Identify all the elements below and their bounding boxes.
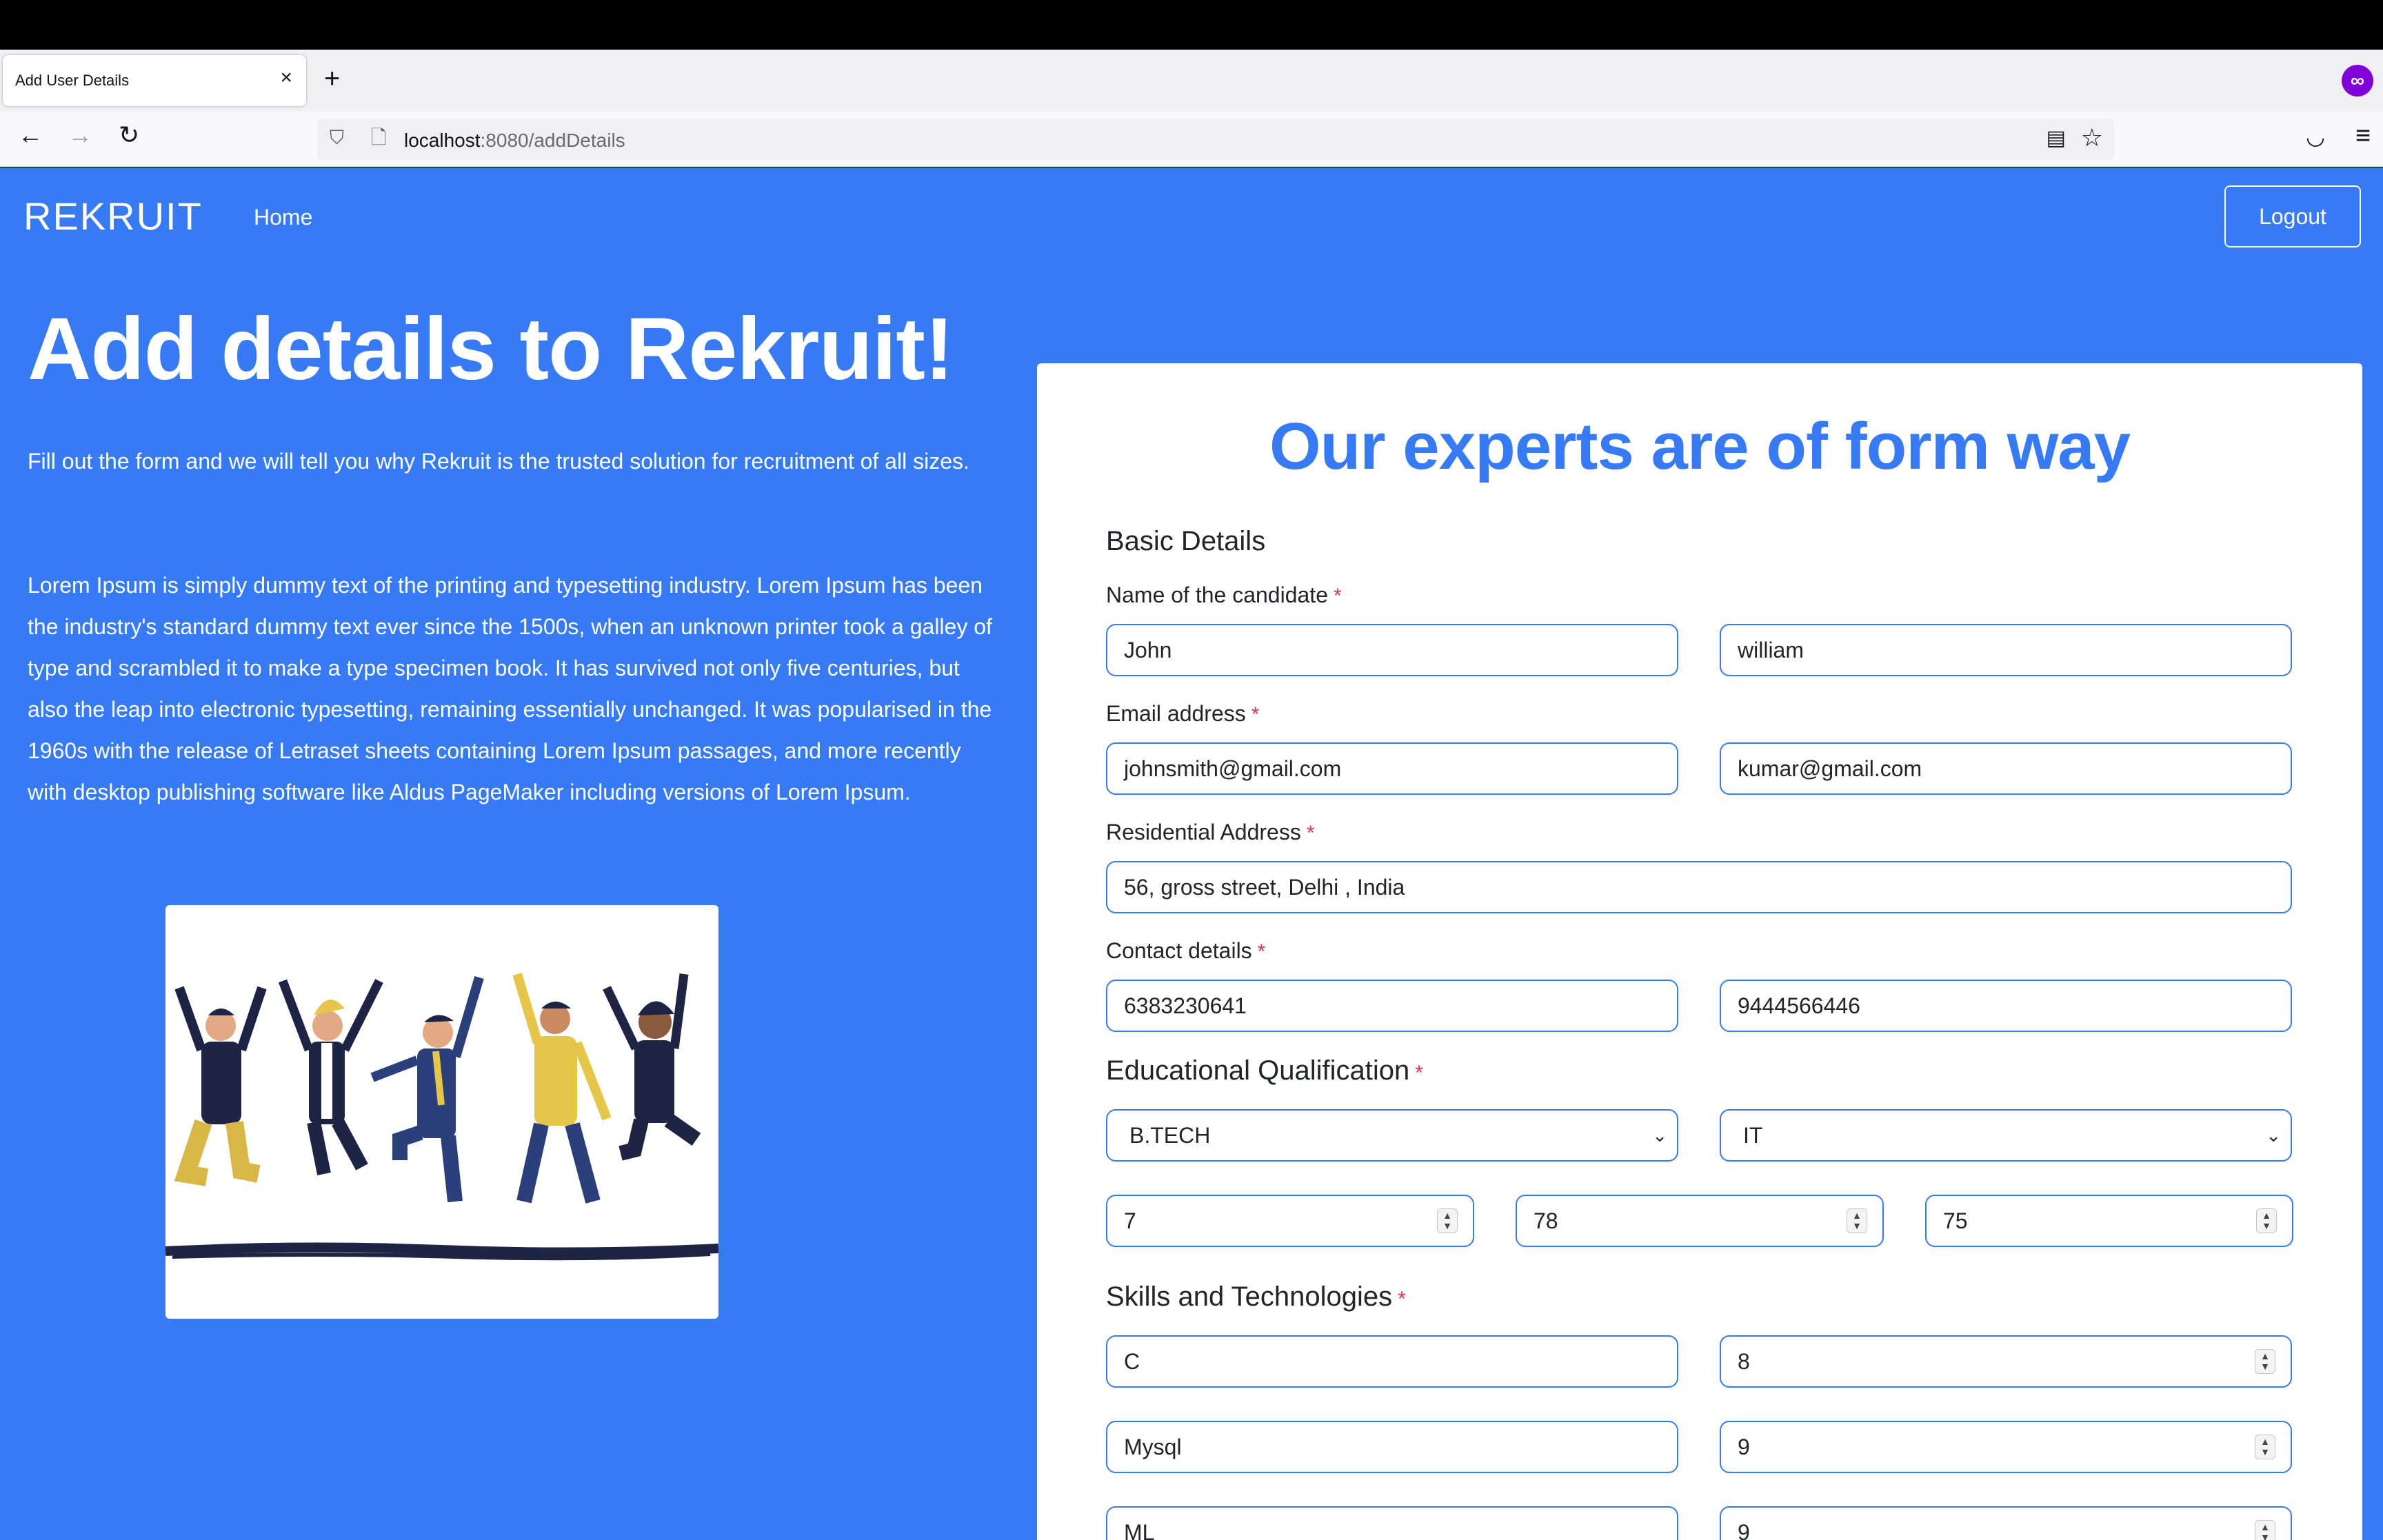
brand-logo[interactable]: REKRUIT (23, 194, 203, 239)
name-label: Name of the candidate * (1106, 582, 1342, 608)
skill-rating-value: 9 (1738, 1520, 1750, 1540)
contact-label-text: Contact details (1106, 938, 1252, 963)
secondary-email-input[interactable]: kumar@gmail.com (1720, 742, 2292, 795)
pocket-icon[interactable]: ◡ (2306, 125, 2325, 148)
basic-details-heading: Basic Details (1106, 526, 1266, 556)
close-tab-icon[interactable]: × (280, 68, 292, 88)
person-figure (174, 986, 267, 1186)
skills-heading-text: Skills and Technologies (1106, 1281, 1393, 1312)
shield-icon[interactable]: ⛉ (330, 128, 344, 148)
required-mark: * (1415, 1062, 1423, 1084)
education-number-input-2[interactable]: 78 ▲ ▼ (1516, 1195, 1884, 1247)
degree-select[interactable]: B.TECH ⌄ (1106, 1109, 1678, 1162)
education-number-input-1[interactable]: 7 ▲ ▼ (1106, 1195, 1474, 1247)
person-figure (278, 979, 383, 1175)
skill-name-input[interactable]: C (1106, 1335, 1678, 1388)
branch-value: IT (1743, 1123, 1763, 1148)
required-mark: * (1257, 940, 1266, 963)
screen-top-bar (0, 0, 2383, 50)
url-host: localhost (404, 130, 481, 151)
primary-phone-input[interactable]: 6383230641 (1106, 980, 1678, 1032)
skill-rating-input[interactable]: 9 ▲ ▼ (1720, 1506, 2292, 1540)
number-stepper-icon[interactable]: ▲ ▼ (2255, 1349, 2275, 1374)
number-stepper-icon[interactable]: ▲ ▼ (2256, 1208, 2277, 1233)
skill-rating-input[interactable]: 8 ▲ ▼ (1720, 1335, 2292, 1388)
education-number-value-3: 75 (1943, 1208, 1968, 1233)
branch-select[interactable]: IT ⌄ (1720, 1109, 2292, 1162)
reader-view-icon[interactable]: ▤ (2047, 128, 2066, 149)
person-figure (512, 972, 612, 1204)
reload-icon[interactable]: ↻ (119, 123, 139, 148)
address-label-text: Residential Address (1106, 820, 1301, 844)
required-mark: * (1306, 822, 1315, 844)
education-number-value-2: 78 (1534, 1208, 1558, 1233)
primary-email-input[interactable]: johnsmith@gmail.com (1106, 742, 1678, 795)
skills-heading: Skills and Technologies * (1106, 1281, 1406, 1313)
nav-home-link[interactable]: Home (254, 205, 312, 230)
email-label-text: Email address (1106, 701, 1246, 726)
forward-arrow-icon[interactable]: → (68, 123, 92, 148)
last-name-input[interactable]: william (1720, 624, 2292, 676)
skill-name-input[interactable]: Mysql (1106, 1421, 1678, 1473)
email-label: Email address * (1106, 701, 1259, 727)
new-tab-icon[interactable]: + (324, 65, 340, 92)
required-mark: * (1398, 1288, 1406, 1310)
page-info-icon[interactable]: 🗋 (371, 128, 387, 148)
tab-title: Add User Details (15, 72, 130, 89)
skill-rating-input[interactable]: 9 ▲ ▼ (1720, 1421, 2292, 1473)
skill-rating-value: 9 (1738, 1435, 1750, 1459)
person-figure (370, 976, 484, 1203)
contact-label: Contact details * (1106, 938, 1265, 964)
address-input[interactable]: 56, gross street, Delhi , India (1106, 861, 2292, 913)
skill-rating-value: 8 (1738, 1349, 1750, 1374)
name-label-text: Name of the candidate (1106, 582, 1328, 607)
browser-tab[interactable]: Add User Details × (3, 55, 306, 106)
number-stepper-icon[interactable]: ▲ ▼ (2255, 1435, 2275, 1459)
hero-title: Add details to Rekruit! (28, 300, 954, 398)
chevron-down-icon: ⌄ (1652, 1125, 1667, 1146)
browser-tab-strip: Add User Details × + ∞ (0, 50, 2383, 112)
page: REKRUIT Home Logout Add details to Rekru… (0, 168, 2383, 1540)
person-figure (603, 973, 701, 1161)
bookmark-star-icon[interactable]: ☆ (2081, 125, 2103, 150)
required-mark: * (1251, 703, 1260, 726)
degree-value: B.TECH (1129, 1123, 1211, 1148)
education-heading-text: Educational Qualification (1106, 1055, 1410, 1086)
private-browsing-icon: ∞ (2342, 65, 2373, 97)
details-form-card: Our experts are of form way Basic Detail… (1037, 363, 2362, 1540)
jumping-people-illustration (165, 905, 719, 1319)
education-heading: Educational Qualification * (1106, 1055, 1423, 1086)
chevron-down-icon: ⌄ (2266, 1125, 2281, 1146)
hamburger-menu-icon[interactable]: ≡ (2355, 123, 2371, 149)
secondary-phone-input[interactable]: 9444566446 (1720, 980, 2292, 1032)
form-title: Our experts are of form way (1269, 409, 2131, 483)
number-stepper-icon[interactable]: ▲ ▼ (2255, 1520, 2275, 1540)
url-bar[interactable]: ⛉ 🗋 localhost:8080/addDetails ▤ ☆ (317, 119, 2114, 160)
number-stepper-icon[interactable]: ▲ ▼ (1437, 1208, 1458, 1233)
browser-toolbar: ← → ↻ ⛉ 🗋 localhost:8080/addDetails ▤ ☆ … (0, 112, 2383, 167)
hero-body-text: Lorem Ipsum is simply dummy text of the … (28, 573, 992, 804)
hero-lead-text: Fill out the form and we will tell you w… (28, 449, 969, 474)
url-path: :8080/addDetails (480, 130, 625, 151)
required-mark: * (1333, 585, 1342, 607)
back-arrow-icon[interactable]: ← (18, 123, 43, 148)
number-stepper-icon[interactable]: ▲ ▼ (1847, 1208, 1867, 1233)
skill-name-input[interactable]: ML (1106, 1506, 1678, 1540)
address-label: Residential Address * (1106, 820, 1315, 845)
logout-button[interactable]: Logout (2224, 185, 2361, 247)
url-text[interactable]: localhost:8080/addDetails (404, 130, 625, 152)
education-number-value-1: 7 (1124, 1208, 1136, 1233)
first-name-input[interactable]: John (1106, 624, 1678, 676)
education-number-input-3[interactable]: 75 ▲ ▼ (1925, 1195, 2293, 1247)
